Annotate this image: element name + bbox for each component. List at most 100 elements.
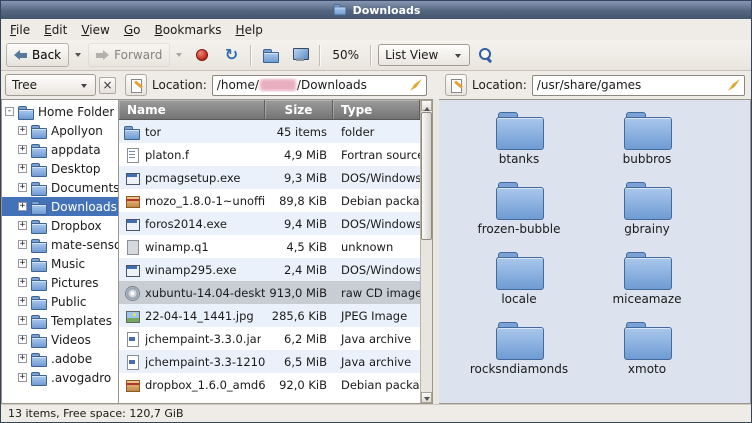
view-mode-select[interactable]: List View [378,44,470,66]
folder-label: xmoto [628,362,666,376]
window-icon [333,3,346,16]
quill-icon [728,79,740,91]
scroll-down-button[interactable] [421,392,432,403]
tree-item-appdata[interactable]: +appdata [2,140,118,159]
tree-expander-icon[interactable]: + [18,164,27,173]
tree-item-videos[interactable]: +Videos [2,330,118,349]
back-history-dropdown[interactable] [72,43,85,67]
tree-item-music[interactable]: +Music [2,254,118,273]
file-manager-window: Downloads FileEditViewGoBookmarksHelp Ba… [0,0,752,423]
tree-item-dropbox[interactable]: +Dropbox [2,216,118,235]
path-prefix: /home/ [217,78,259,92]
folder-icon [31,218,47,234]
column-header-name[interactable]: Name [119,100,265,120]
menu-bookmarks[interactable]: Bookmarks [147,20,228,40]
file-row-jchempaint-3-3-1210[interactable]: jchempaint-3.3-1210...6,5 MiBJava archiv… [119,350,420,373]
stop-button[interactable] [189,43,215,67]
menu-view[interactable]: View [74,20,116,40]
toolbar: Back Forward 50% List View [1,40,751,71]
tree-item-avogadro[interactable]: + .avogadro [2,368,118,387]
forward-history-dropdown[interactable] [173,43,186,67]
tree-item-templates[interactable]: +Templates [2,311,118,330]
folder-item-xmoto[interactable]: xmoto [583,322,711,392]
file-type: unknown [333,240,420,254]
tree-item-public[interactable]: +Public [2,292,118,311]
tree-item-home-folder[interactable]: -Home Folder [2,102,118,121]
tree-item-mate-sensors[interactable]: +mate-sensors- [2,235,118,254]
tree-expander-icon[interactable]: - [5,107,14,116]
refresh-icon [225,47,238,63]
file-row-tor[interactable]: tor45 itemsfolder [119,120,420,143]
titlebar[interactable]: Downloads [1,1,751,19]
edit-location-button-right[interactable] [445,74,467,96]
edit-location-button-left[interactable] [125,74,147,96]
file-name-cell: xubuntu-14.04-deskt... [119,285,265,301]
file-row-platon-f[interactable]: platon.f4,9 MiBFortran source co [119,143,420,166]
tree-item-label: .avogadro [51,371,111,385]
file-size: 913,0 MiB [265,286,333,300]
folder-item-gbrainy[interactable]: gbrainy [583,182,711,252]
folder-item-bubbros[interactable]: bubbros [583,112,711,182]
tree-expander-icon[interactable]: + [18,221,27,230]
tree-item-desktop[interactable]: +Desktop [2,159,118,178]
left-path: /home//Downloads [217,78,406,92]
sidebar-close-button[interactable] [99,77,116,94]
tree-item-label: Apollyon [51,124,103,138]
file-row-pcmagsetup-exe[interactable]: pcmagsetup.exe9,3 MiBDOS/Windows e... [119,166,420,189]
tree-item-downloads[interactable]: +Downloads [2,197,118,216]
folder-item-miceamaze[interactable]: miceamaze [583,252,711,322]
menu-file[interactable]: File [3,20,37,40]
tree-expander-icon[interactable]: + [18,278,27,287]
file-type: JPEG Image [333,309,420,323]
location-label: Location: [472,78,527,92]
tree-expander-icon[interactable]: + [18,373,27,382]
tree-item-apollyon[interactable]: + Apollyon [2,121,118,140]
file-row-winamp-q1[interactable]: winamp.q14,5 KiBunknown [119,235,420,258]
tree-expander-icon[interactable]: + [18,145,27,154]
column-header-type[interactable]: Type [333,100,420,120]
folder-item-frozen-bubble[interactable]: frozen-bubble [455,182,583,252]
file-name-cell: tor [119,124,265,140]
tree-item-documents[interactable]: +Documents [2,178,118,197]
menu-edit[interactable]: Edit [37,20,74,40]
tree-expander-icon[interactable]: + [18,335,27,344]
folder-item-rocksndiamonds[interactable]: rocksndiamonds [455,322,583,392]
file-list-scrollbar[interactable] [420,100,432,403]
folder-item-btanks[interactable]: btanks [455,112,583,182]
file-row-22-04-14-1441-jpg[interactable]: 22-04-14_1441.jpg285,6 KiBJPEG Image [119,304,420,327]
tree-expander-icon[interactable]: + [18,297,27,306]
connections-button[interactable] [287,43,313,67]
location-input-right[interactable]: /usr/share/games [532,75,745,96]
tree-expander-icon[interactable]: + [18,259,27,268]
folder-item-locale[interactable]: locale [455,252,583,322]
menu-help[interactable]: Help [229,20,270,40]
chevron-down-icon [454,51,463,60]
column-header-size[interactable]: Size [265,100,333,120]
tree-item-pictures[interactable]: +Pictures [2,273,118,292]
file-row-foros2014-exe[interactable]: foros2014.exe9,4 MiBDOS/Windows e... [119,212,420,235]
file-row-mozo-1-8-0-1-unoffi[interactable]: mozo_1.8.0-1~unoffi...89,8 KiBDebian pac… [119,189,420,212]
back-button[interactable]: Back [6,43,69,67]
tree-item-adobe[interactable]: +.adobe [2,349,118,368]
tree-expander-icon[interactable]: + [18,183,27,192]
refresh-button[interactable] [218,43,244,67]
scroll-up-button[interactable] [421,100,432,111]
scrollbar-thumb[interactable] [421,112,432,240]
menu-go[interactable]: Go [117,20,148,40]
location-input-left[interactable]: /home//Downloads [212,75,427,96]
sidebar-mode-select[interactable]: Tree [5,74,96,96]
file-row-winamp295-exe[interactable]: winamp295.exe2,4 MiBDOS/Windows ex... [119,258,420,281]
search-button[interactable] [473,43,499,67]
file-row-dropbox-1-6-0-amd6[interactable]: dropbox_1.6.0_amd6...92,0 KiBDebian pack… [119,373,420,396]
home-button[interactable] [258,43,284,67]
folder-label: bubbros [623,152,672,166]
tree-expander-icon[interactable]: + [18,202,27,211]
tree-expander-icon[interactable]: + [18,240,27,249]
file-row-jchempaint-3-3-0-jar[interactable]: jchempaint-3.3.0.jar6,2 MiBJava archive [119,327,420,350]
forward-button[interactable]: Forward [88,43,170,67]
location-row: Tree Location: /home//Downloads Location… [1,71,751,99]
file-row-xubuntu-14-04-deskt[interactable]: xubuntu-14.04-deskt...913,0 MiBraw CD im… [119,281,420,304]
tree-expander-icon[interactable]: + [18,126,27,135]
tree-expander-icon[interactable]: + [18,354,27,363]
tree-expander-icon[interactable]: + [18,316,27,325]
